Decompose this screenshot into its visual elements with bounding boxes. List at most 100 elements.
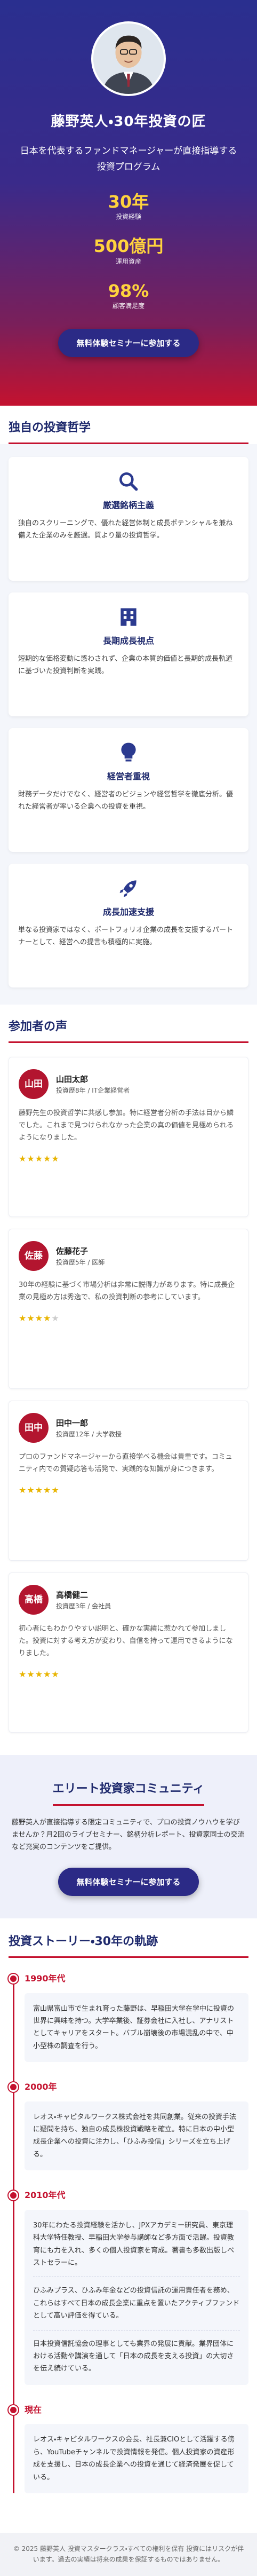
timeline-dot <box>9 2405 18 2415</box>
timeline-item: 現在 レオス・キャピタルワークスの会長、社長兼CIOとして活躍する傍ら、YouT… <box>9 2403 248 2493</box>
timeline-dot <box>9 1973 18 1984</box>
star-rating: ★★★★★ <box>19 1311 238 1325</box>
stars-on: ★★★★ <box>19 1313 52 1323</box>
voices-heading-wrap: 参加者の声 <box>0 1005 257 1044</box>
card-text: 短期的な価格変動に惑わされず、企業の本質的価値と長期的成長軌道に基づいた投資判断… <box>18 654 233 675</box>
stat-satisfaction: 98% 顧客満足度 <box>0 281 257 312</box>
timeline-box: 30年にわたる投資経験を活かし、JPXアカデミー研究員、東京理科大学特任教授、早… <box>25 2209 248 2385</box>
timeline: 1990年代 富山県富山市で生まれ育った藤野は、早稲田大学在学中に投資の世界に興… <box>9 1972 248 2493</box>
community-seminar-button[interactable]: 無料体験セミナーに参加する <box>58 1867 199 1896</box>
philosophy-card: 長期成長視点 短期的な価格変動に惑わされず、企業の本質的価値と長期的成長軌道に基… <box>9 592 248 717</box>
voices-section: 山田 山田太郎 投資歴8年 / IT企業経営者 藤野先生の投資哲学に共感し参加。… <box>0 1043 257 1750</box>
stars-on: ★★★★★ <box>19 1153 60 1164</box>
testimonial-card: 高橋 高橋健二 投資歴3年 / 会社員 初心者にもわかりやすい説明と、確かな実績… <box>9 1573 248 1733</box>
philosophy-heading-wrap: 独自の投資哲学 <box>0 406 257 445</box>
hero-stats: 30年 投資経験 500億円 運用資産 98% 顧客満足度 <box>0 192 257 312</box>
stars-off: ★ <box>51 1313 60 1323</box>
story-title: 投資ストーリー・30年の軌跡 <box>9 1932 248 1958</box>
card-title: 厳選銘柄主義 <box>102 500 154 511</box>
timeline-box: レオス・キャピタルワークスの会長、社長兼CIOとして活躍する傍ら、YouTube… <box>25 2424 248 2493</box>
star-rating: ★★★★★ <box>19 1668 238 1681</box>
testimonial-header: 田中 田中一郎 投資歴12年 / 大学教授 <box>19 1413 238 1443</box>
testimonial-header: 佐藤 佐藤花子 投資歴5年 / 医師 <box>19 1241 238 1271</box>
testimonial-card: 田中 田中一郎 投資歴12年 / 大学教授 プロのファンドマネージャーから直接学… <box>9 1401 248 1561</box>
star-rating: ★★★★★ <box>19 1483 238 1497</box>
timeline-dot <box>9 2191 18 2201</box>
community-title: エリート投資家コミュニティ <box>52 1780 205 1806</box>
testimonial-text: 藤野先生の投資哲学に共感し参加。特に経営者分析の手法は目から鱗でした。これまで見… <box>19 1109 234 1142</box>
testimonial-role: 投資歴8年 / IT企業経営者 <box>56 1086 130 1094</box>
profile-photo <box>91 21 166 96</box>
card-text: 独自のスクリーニングで、優れた経営体制と成長ポテンシャルを兼ね備えた企業のみを厳… <box>18 519 233 540</box>
stat-value: 30年 <box>108 191 149 212</box>
philosophy-card: 成長加速支援 単なる投資家ではなく、ポートフォリオ企業の成長を支援するパートナー… <box>9 864 248 988</box>
timeline-year: 現在 <box>25 2404 42 2415</box>
voices-title: 参加者の声 <box>9 1017 248 1044</box>
stat-assets: 500億円 運用資産 <box>0 236 257 267</box>
philosophy-section: 厳選銘柄主義 独自のスクリーニングで、優れた経営体制と成長ポテンシャルを兼ね備え… <box>0 444 257 1005</box>
stat-label: 投資経験 <box>115 213 141 221</box>
search-icon <box>117 470 140 493</box>
timeline-text: ひふみプラス、ひふみ年金などの投資信託の運用責任者を務め、これらはすべて日本の成… <box>33 2277 240 2322</box>
timeline-text: 30年にわたる投資経験を活かし、JPXアカデミー研究員、東京理科大学特任教授、早… <box>33 2221 235 2267</box>
testimonial-name: 佐藤花子 <box>56 1246 89 1256</box>
stat-experience: 30年 投資経験 <box>0 192 257 223</box>
timeline-item: 1990年代 富山県富山市で生まれ育った藤野は、早稲田大学在学中に投資の世界に興… <box>9 1972 248 2063</box>
hero-title: 藤野英人・30年投資の匠 <box>51 114 206 130</box>
community-section: エリート投資家コミュニティ 藤野英人が直接指導する限定コミュニティで、プロの投資… <box>0 1755 257 1918</box>
testimonial-text: プロのファンドマネージャーから直接学べる機会は貴重です。コミュニティ内での質疑応… <box>19 1453 232 1474</box>
philosophy-title: 独自の投資哲学 <box>9 418 248 445</box>
timeline-box: 富山県富山市で生まれ育った藤野は、早稲田大学在学中に投資の世界に興味を持つ。大学… <box>25 1993 248 2063</box>
timeline-text: 日本投資信託協会の理事としても業界の発展に貢献。業界団体における活動や講演を通し… <box>33 2329 240 2375</box>
testimonial-header: 高橋 高橋健二 投資歴3年 / 会社員 <box>19 1585 238 1615</box>
card-text: 単なる投資家ではなく、ポートフォリオ企業の成長を支援するパートナーとして、経営へ… <box>18 926 234 946</box>
card-title: 長期成長視点 <box>102 636 154 646</box>
card-title: 成長加速支援 <box>102 907 154 918</box>
avatar: 高橋 <box>19 1585 49 1615</box>
card-title: 経営者重視 <box>107 771 150 782</box>
stat-label: 運用資産 <box>115 257 141 265</box>
person-illustration <box>93 23 164 94</box>
testimonial-text: 30年の経験に基づく市場分析は非常に説得力があります。特に成長企業の見極め方は秀… <box>19 1281 235 1302</box>
testimonial-card: 山田 山田太郎 投資歴8年 / IT企業経営者 藤野先生の投資哲学に共感し参加。… <box>9 1057 248 1218</box>
hero-section: 藤野英人・30年投資の匠 日本を代表するファンドマネージャーが直接指導する投資プ… <box>0 0 257 406</box>
rocket-icon <box>117 876 140 900</box>
timeline-text: レオス・キャピタルワークス株式会社を共同創業。従来の投資手法に疑問を持ち、独自の… <box>33 2113 237 2159</box>
testimonial-text: 初心者にもわかりやすい説明と、確かな実績に惹かれて参加しました。投資に対する考え… <box>19 1625 233 1657</box>
timeline-year: 2010年代 <box>25 2190 66 2201</box>
timeline-year: 1990年代 <box>25 1973 66 1984</box>
footer-text: © 2025 藤野英人 投資マスタークラス・すべての権利を保有 投資にはリスクが… <box>13 2545 244 2564</box>
stat-value: 500億円 <box>93 236 164 257</box>
avatar: 山田 <box>19 1069 49 1100</box>
philosophy-card: 厳選銘柄主義 独自のスクリーニングで、優れた経営体制と成長ポテンシャルを兼ね備え… <box>9 457 248 581</box>
star-rating: ★★★★★ <box>19 1152 238 1166</box>
stat-value: 98% <box>108 280 149 301</box>
testimonial-name: 山田太郎 <box>56 1074 89 1084</box>
timeline-item: 2000年 レオス・キャピタルワークス株式会社を共同創業。従来の投資手法に疑問を… <box>9 2080 248 2171</box>
timeline-box: レオス・キャピタルワークス株式会社を共同創業。従来の投資手法に疑問を持ち、独自の… <box>25 2101 248 2171</box>
testimonial-role: 投資歴3年 / 会社員 <box>56 1602 111 1610</box>
timeline-dot <box>9 2082 18 2092</box>
testimonial-role: 投資歴12年 / 大学教授 <box>56 1430 122 1438</box>
stars-on: ★★★★★ <box>19 1669 60 1679</box>
stat-label: 顧客満足度 <box>112 302 144 310</box>
story-section: 投資ストーリー・30年の軌跡 1990年代 富山県富山市で生まれ育った藤野は、早… <box>0 1918 257 2533</box>
building-icon <box>117 605 140 629</box>
testimonial-card: 佐藤 佐藤花子 投資歴5年 / 医師 30年の経験に基づく市場分析は非常に説得力… <box>9 1229 248 1389</box>
footer: © 2025 藤野英人 投資マスタークラス・すべての権利を保有 投資にはリスクが… <box>0 2532 257 2576</box>
bulb-icon <box>117 741 140 764</box>
philosophy-card: 経営者重視 財務データだけでなく、経営者のビジョンや経営哲学を徹底分析。優れた経… <box>9 728 248 852</box>
timeline-text: レオス・キャピタルワークスの会長、社長兼CIOとして活躍する傍ら、YouTube… <box>33 2436 235 2482</box>
community-text: 藤野英人が直接指導する限定コミュニティで、プロの投資ノウハウを学びませんか？月2… <box>12 1818 245 1852</box>
testimonial-name: 田中一郎 <box>56 1418 89 1428</box>
testimonial-header: 山田 山田太郎 投資歴8年 / IT企業経営者 <box>19 1069 238 1100</box>
stars-on: ★★★★★ <box>19 1484 60 1495</box>
timeline-item: 2010年代 30年にわたる投資経験を活かし、JPXアカデミー研究員、東京理科大… <box>9 2188 248 2385</box>
hero-lead: 日本を代表するファンドマネージャーが直接指導する投資プログラム <box>20 145 237 173</box>
hero-seminar-button[interactable]: 無料体験セミナーに参加する <box>58 328 199 357</box>
avatar: 佐藤 <box>19 1241 49 1271</box>
card-text: 財務データだけでなく、経営者のビジョンや経営哲学を徹底分析。優れた経営者が率いる… <box>18 790 234 811</box>
timeline-text: 富山県富山市で生まれ育った藤野は、早稲田大学在学中に投資の世界に興味を持つ。大学… <box>33 2004 235 2050</box>
avatar: 田中 <box>19 1413 49 1443</box>
timeline-year: 2000年 <box>25 2082 57 2092</box>
